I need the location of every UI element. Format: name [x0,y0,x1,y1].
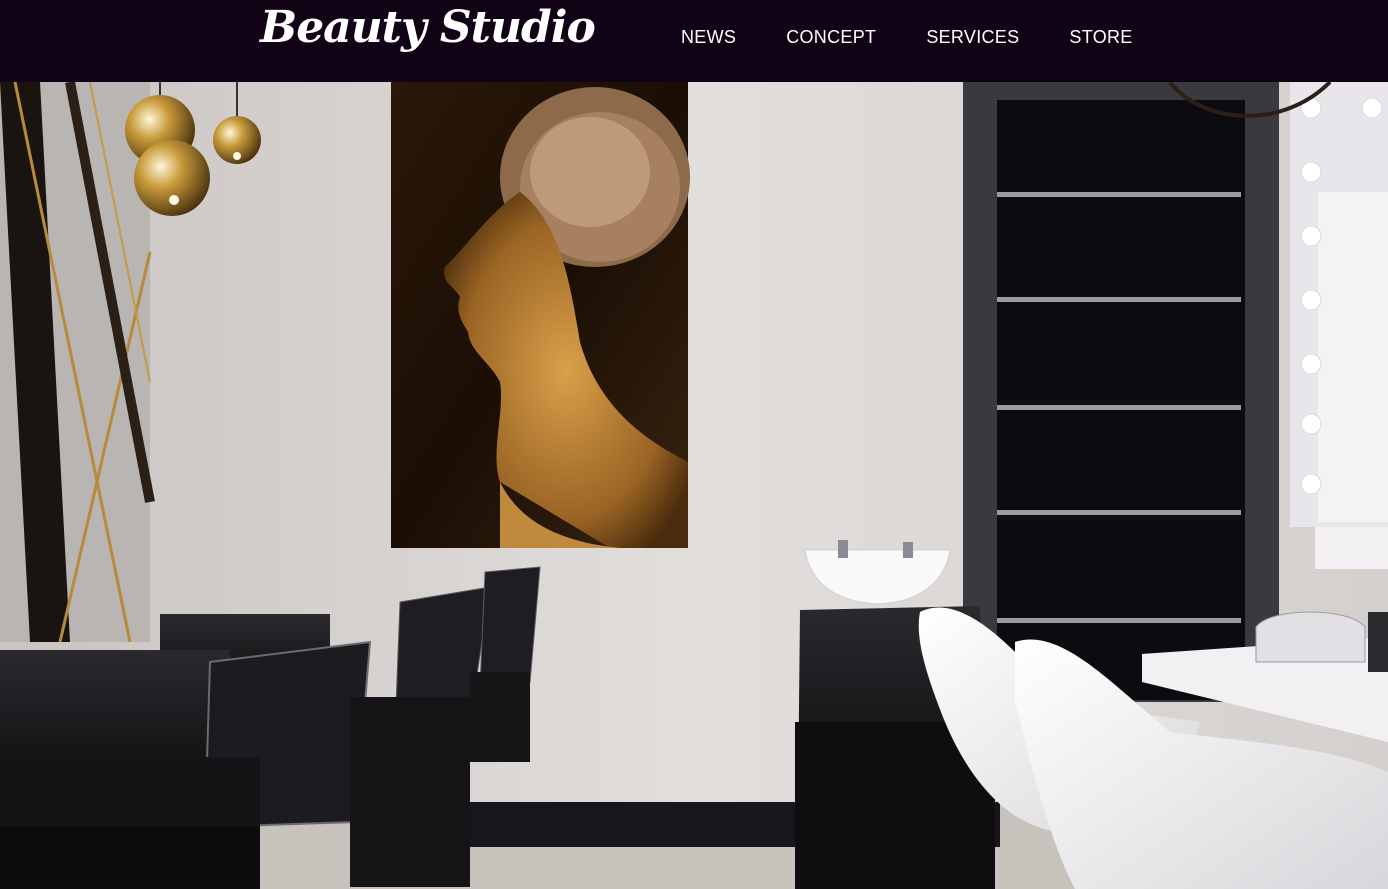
vanity-mirror [1290,82,1388,569]
site-header: Beauty Studio NEWS CONCEPT SERVICES STOR… [0,0,1388,82]
nav-concept[interactable]: CONCEPT [786,27,876,48]
wall-artwork [391,82,690,548]
salon-interior-illustration [0,82,1388,889]
hero-image [0,82,1388,889]
shelving-unit [963,82,1279,702]
main-navigation: NEWS CONCEPT SERVICES STORE [681,27,1133,48]
nav-news[interactable]: NEWS [681,27,736,48]
nav-services[interactable]: SERVICES [926,27,1019,48]
decor-mirror-panel [0,82,155,643]
site-logo[interactable]: Beauty Studio [260,2,596,53]
nav-store[interactable]: STORE [1069,27,1132,48]
